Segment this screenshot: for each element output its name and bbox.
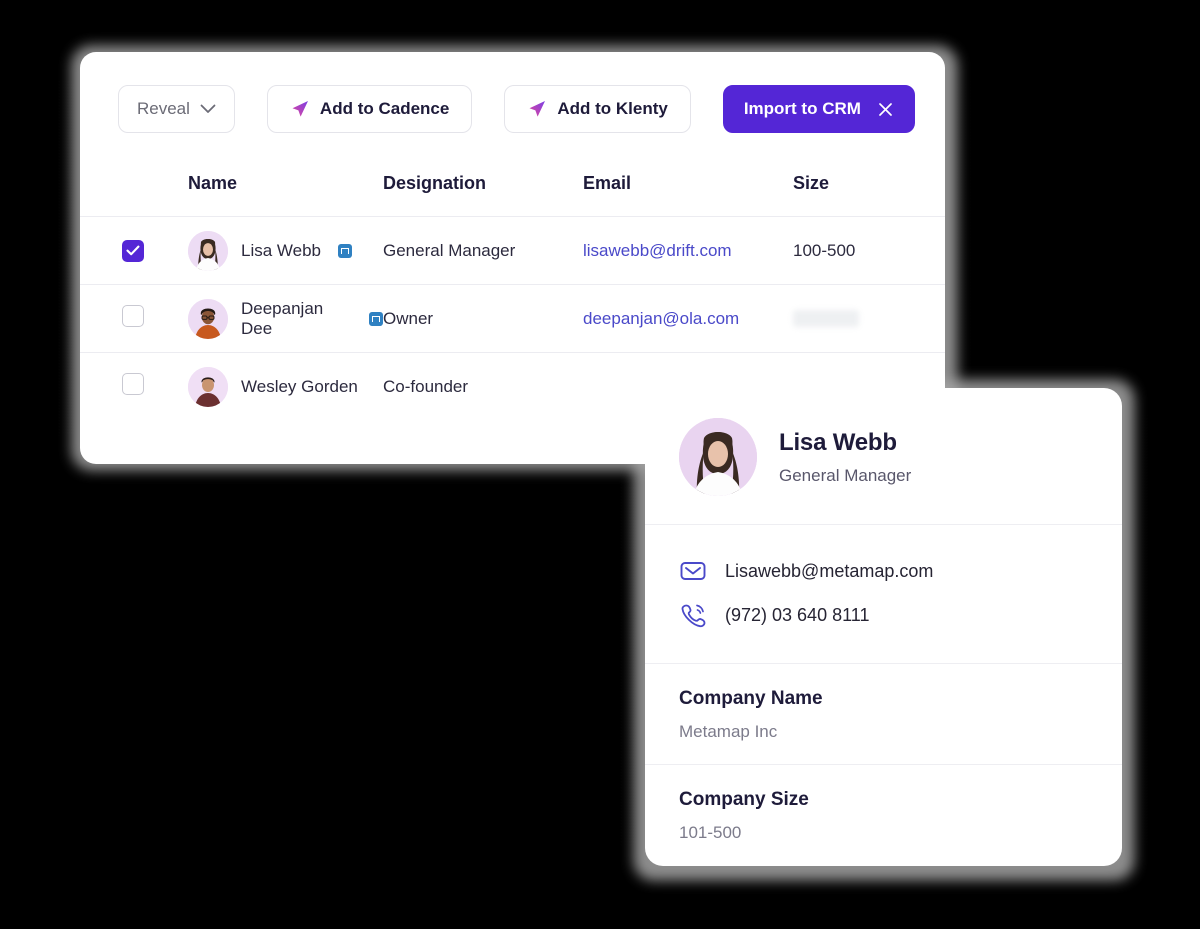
company-name-value: Metamap Inc xyxy=(679,722,778,741)
card-contact-block: Lisawebb@metamap.com (972) 03 640 8111 xyxy=(645,525,1122,664)
chevron-down-icon xyxy=(200,104,216,113)
redacted-size-placeholder xyxy=(793,310,859,327)
row-name-cell: Wesley Gorden xyxy=(188,353,383,421)
add-to-cadence-button[interactable]: Add to Cadence xyxy=(266,85,473,133)
import-to-crm-button[interactable]: Import to CRM xyxy=(722,85,915,133)
row-email-link[interactable]: deepanjan@ola.com xyxy=(583,309,739,328)
row-email-cell: lisawebb@drift.com xyxy=(583,216,793,285)
column-header-name: Name xyxy=(188,159,383,217)
column-header-email: Email xyxy=(583,159,793,217)
card-role: General Manager xyxy=(779,465,912,485)
add-to-cadence-label: Add to Cadence xyxy=(319,99,450,118)
row-checkbox[interactable] xyxy=(122,239,144,262)
card-header: Lisa Webb General Manager xyxy=(645,388,1122,525)
linkedin-badge-icon[interactable] xyxy=(369,311,383,326)
row-designation-cell: General Manager xyxy=(383,216,583,285)
card-email-row[interactable]: Lisawebb@metamap.com xyxy=(679,549,1088,593)
row-name-label: Deepanjan Dee xyxy=(241,298,324,338)
avatar xyxy=(679,418,757,496)
column-header-designation: Designation xyxy=(383,159,583,217)
check-icon xyxy=(126,245,140,256)
contact-detail-card: Lisa Webb General Manager Lisawebb@metam… xyxy=(645,388,1122,866)
company-name-label: Company Name xyxy=(679,688,823,709)
avatar xyxy=(188,298,228,339)
company-size-label: Company Size xyxy=(679,789,809,810)
linkedin-badge-icon[interactable] xyxy=(338,243,353,258)
row-select-cell xyxy=(80,216,188,285)
row-name-label: Lisa Webb xyxy=(241,240,322,260)
row-email-link[interactable]: lisawebb@drift.com xyxy=(583,241,732,260)
table-row[interactable]: Lisa Webb General Manager lisawebb@drift… xyxy=(80,216,945,285)
avatar xyxy=(188,230,228,271)
row-checkbox[interactable] xyxy=(122,373,144,396)
column-header-select xyxy=(80,159,188,217)
column-header-size: Size xyxy=(793,159,945,217)
row-size-cell xyxy=(793,284,945,353)
paper-plane-icon xyxy=(292,101,308,117)
phone-ring-icon xyxy=(681,604,706,628)
add-to-klenty-button[interactable]: Add to Klenty xyxy=(504,85,691,133)
close-icon[interactable] xyxy=(877,101,894,118)
row-name-cell: Deepanjan Dee xyxy=(188,284,383,353)
row-select-cell xyxy=(80,284,188,353)
screenshot-root: Reveal Add to Cadence Add to Klenty Impo… xyxy=(0,0,1200,929)
envelope-icon xyxy=(680,562,706,580)
row-name-cell: Lisa Webb xyxy=(188,216,383,285)
row-designation-cell: Co-founder xyxy=(383,376,469,396)
avatar xyxy=(188,366,228,407)
reveal-label: Reveal xyxy=(137,99,190,118)
paper-plane-icon xyxy=(529,101,546,117)
row-select-cell xyxy=(80,353,188,421)
row-checkbox[interactable] xyxy=(122,305,144,327)
company-name-block: Company Name Metamap Inc xyxy=(645,664,1122,765)
add-to-klenty-label: Add to Klenty xyxy=(557,99,668,118)
row-email-cell: deepanjan@ola.com xyxy=(583,284,793,353)
table-header: Name Designation Email Size xyxy=(80,159,945,217)
reveal-dropdown[interactable]: Reveal xyxy=(118,85,235,133)
leads-table: Name Designation Email Size Lisa Webb Ge… xyxy=(80,159,945,421)
card-name: Lisa Webb xyxy=(779,428,897,456)
row-designation-cell: Owner xyxy=(383,284,583,353)
row-size-cell: 100-500 xyxy=(793,216,945,285)
company-size-block: Company Size 101-500 xyxy=(645,765,1122,865)
card-email-value: Lisawebb@metamap.com xyxy=(725,560,934,581)
table-row[interactable]: Deepanjan Dee Owner deepanjan@ola.com xyxy=(80,284,945,353)
row-name-label: Wesley Gorden xyxy=(241,376,358,396)
card-identity: Lisa Webb General Manager xyxy=(779,429,911,486)
company-size-value: 101-500 xyxy=(679,823,742,842)
import-to-crm-label: Import to CRM xyxy=(743,99,861,118)
card-phone-value: (972) 03 640 8111 xyxy=(725,604,870,625)
toolbar: Reveal Add to Cadence Add to Klenty Impo… xyxy=(80,52,945,159)
card-phone-row[interactable]: (972) 03 640 8111 xyxy=(679,593,1088,637)
